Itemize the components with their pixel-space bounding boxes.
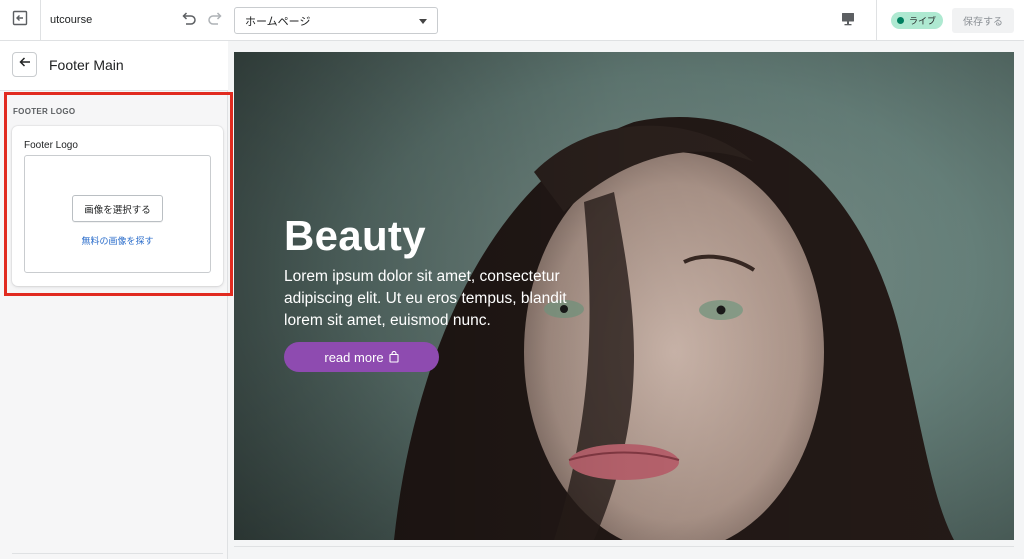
read-more-button[interactable]: read more	[284, 342, 439, 372]
desktop-icon	[840, 11, 856, 32]
undo-button[interactable]	[178, 10, 200, 32]
section-title: Footer Main	[49, 57, 124, 73]
device-preview-button[interactable]	[836, 10, 860, 32]
live-dot-icon	[897, 17, 904, 24]
sidebar: Footer Main FOOTER LOGO Footer Logo 画像を選…	[0, 41, 233, 559]
redo-icon	[206, 10, 224, 33]
hero-title: Beauty	[284, 212, 426, 259]
page-select[interactable]: ホームページ	[234, 7, 438, 34]
save-button[interactable]: 保存する	[952, 8, 1014, 33]
read-more-label: read more	[324, 349, 384, 365]
redo-button[interactable]	[204, 10, 226, 32]
live-status-badge: ライブ	[891, 12, 944, 29]
top-bar: utcourse ホームページ ライブ 保存する	[0, 0, 1024, 41]
store-name: utcourse	[50, 14, 93, 26]
page-select-value: ホームページ	[245, 15, 311, 28]
hero-text: Lorem ipsum dolor sit amet, consectetur …	[284, 268, 567, 329]
back-button[interactable]	[12, 52, 37, 77]
preview-frame[interactable]: Beauty Lorem ipsum dolor sit amet, conse…	[234, 52, 1014, 540]
arrow-left-icon	[18, 55, 32, 74]
undo-icon	[180, 10, 198, 33]
chevron-down-icon	[419, 19, 427, 24]
highlight-annotation	[4, 92, 233, 296]
sidebar-header: Footer Main	[0, 41, 228, 91]
exit-button[interactable]	[0, 0, 41, 41]
preview-divider	[234, 546, 1014, 547]
shopping-bag-icon	[389, 351, 399, 363]
topbar-divider	[876, 0, 877, 41]
exit-icon	[12, 10, 28, 31]
live-status-label: ライブ	[909, 16, 937, 26]
sidebar-divider	[12, 553, 223, 554]
